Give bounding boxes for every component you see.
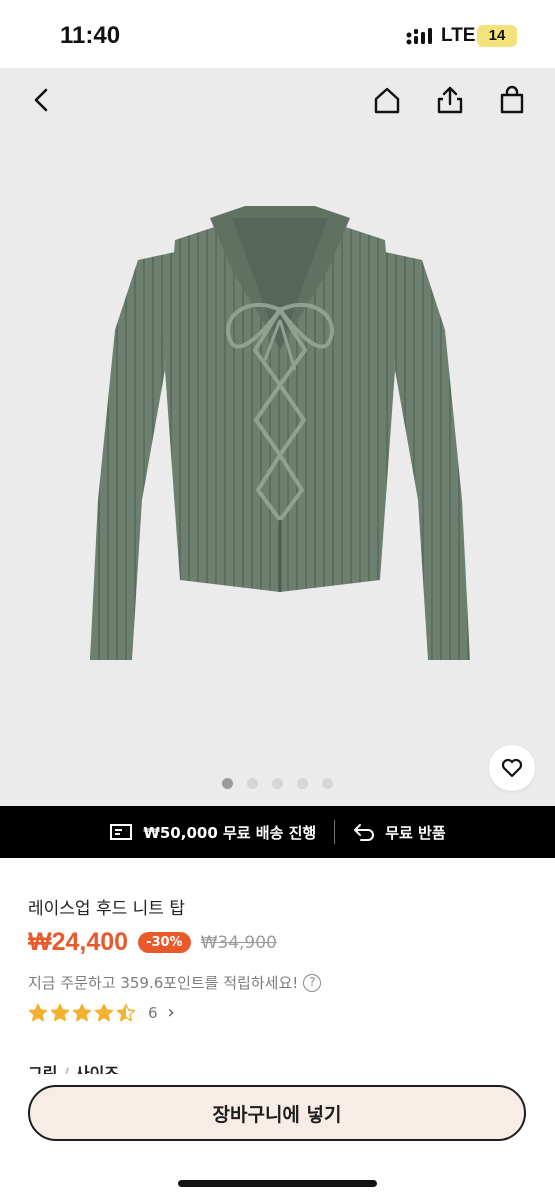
- color-option-label: 그린: [28, 1064, 58, 1074]
- free-shipping-text: ₩50,000 무료 배송 진행: [143, 823, 317, 842]
- discount-badge: -30%: [138, 932, 191, 953]
- chevron-right-icon: ›: [167, 1002, 175, 1023]
- free-return-text: 무료 반품: [385, 823, 446, 842]
- pagination-dot[interactable]: [322, 778, 333, 789]
- heart-icon: [501, 758, 523, 778]
- shopping-bag-icon: [500, 85, 524, 114]
- network-label: LTE: [441, 25, 476, 46]
- home-button[interactable]: [365, 78, 409, 122]
- size-option-label: 사이즈: [74, 1064, 120, 1074]
- points-text: 지금 주문하고 359.6포인트를 적립하세요!: [28, 974, 299, 992]
- review-count: 6: [148, 1003, 158, 1022]
- chevron-left-icon: [34, 88, 48, 112]
- free-shipping-promo[interactable]: ₩50,000 무료 배송 진행: [109, 822, 316, 843]
- signal-icon: [406, 28, 432, 45]
- product-gallery[interactable]: [0, 68, 555, 806]
- pagination-dot[interactable]: [272, 778, 283, 789]
- back-button[interactable]: [20, 78, 64, 122]
- return-arrow-icon: [354, 824, 375, 841]
- sale-price: ₩24,400: [28, 928, 129, 956]
- help-icon[interactable]: ?: [303, 973, 322, 992]
- original-price: ₩34,900: [200, 932, 277, 953]
- pagination-dot[interactable]: [222, 778, 233, 789]
- share-icon: [437, 86, 463, 114]
- home-indicator: [178, 1180, 377, 1187]
- promo-bar: ₩50,000 무료 배송 진행 무료 반품: [0, 806, 555, 858]
- free-return-promo[interactable]: 무료 반품: [353, 822, 446, 843]
- product-title: 레이스업 후드 니트 탑: [28, 899, 185, 919]
- option-separator: /: [63, 1064, 69, 1074]
- pagination-dot[interactable]: [247, 778, 258, 789]
- cart-button[interactable]: [490, 78, 534, 122]
- star-full-icon: [28, 1003, 48, 1021]
- star-full-icon: [72, 1003, 92, 1021]
- status-bar: 11:40 LTE 14: [0, 0, 555, 68]
- add-to-cart-button[interactable]: 장바구니에 넣기: [28, 1085, 526, 1141]
- pagination-dot[interactable]: [297, 778, 308, 789]
- star-half-icon: [116, 1003, 136, 1021]
- option-selector-label[interactable]: 그린 / 사이즈: [28, 1060, 119, 1074]
- star-full-icon: [94, 1003, 114, 1021]
- star-rating: [28, 1003, 136, 1023]
- star-full-icon: [50, 1003, 70, 1021]
- promo-divider: [334, 820, 336, 844]
- share-button[interactable]: [428, 78, 472, 122]
- battery-indicator: 14: [477, 25, 517, 47]
- truck-icon: [110, 824, 133, 840]
- product-image[interactable]: [80, 200, 480, 680]
- status-time: 11:40: [60, 22, 121, 49]
- rating-row[interactable]: 6 ›: [28, 1002, 175, 1023]
- gallery-pagination: [0, 778, 555, 792]
- points-info: 지금 주문하고 359.6포인트를 적립하세요! ?: [28, 972, 322, 993]
- price-row: ₩24,400 -30% ₩34,900: [28, 928, 277, 957]
- home-icon: [374, 87, 400, 114]
